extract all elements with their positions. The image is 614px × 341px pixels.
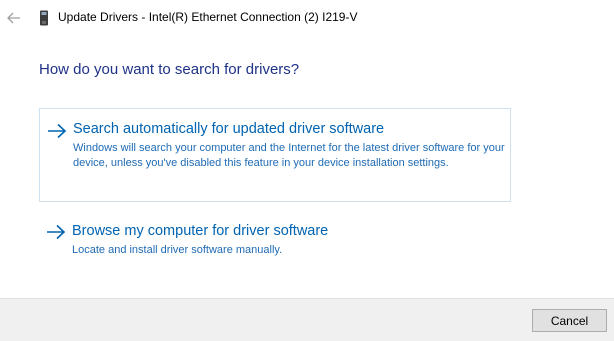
browse-computer-option[interactable]: Browse my computer for driver software L…	[39, 216, 511, 264]
option-description: Windows will search your computer and th…	[73, 142, 505, 169]
update-drivers-dialog: Update Drivers - Intel(R) Ethernet Conne…	[0, 0, 614, 341]
cancel-button[interactable]: Cancel	[532, 309, 607, 332]
option-title: Browse my computer for driver software	[72, 223, 329, 239]
right-arrow-icon	[48, 123, 67, 139]
page-heading: How do you want to search for drivers?	[39, 61, 300, 78]
back-arrow-icon	[7, 12, 20, 24]
search-automatically-option[interactable]: Search automatically for updated driver …	[39, 108, 511, 202]
back-button[interactable]	[4, 8, 24, 28]
title-bar: Update Drivers - Intel(R) Ethernet Conne…	[0, 0, 614, 36]
option-title: Search automatically for updated driver …	[73, 121, 385, 137]
dialog-footer: Cancel	[0, 298, 614, 341]
device-manager-icon	[40, 10, 48, 26]
right-arrow-icon	[47, 224, 66, 240]
window-title: Update Drivers - Intel(R) Ethernet Conne…	[58, 10, 358, 24]
option-description: Locate and install driver software manua…	[72, 244, 283, 256]
